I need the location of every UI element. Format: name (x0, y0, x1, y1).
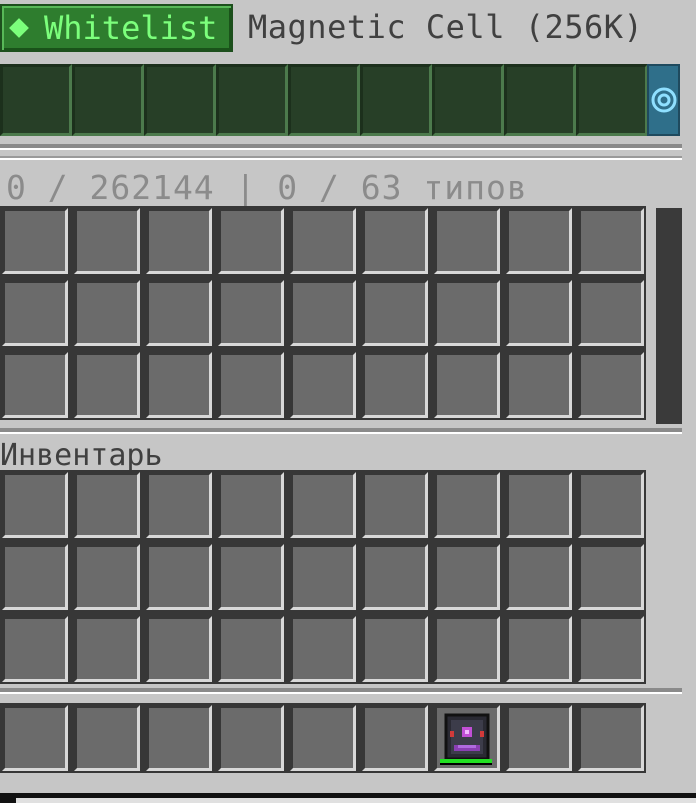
storage-slot[interactable] (2, 280, 68, 346)
storage-slot[interactable] (578, 208, 644, 274)
durability-bar (440, 759, 492, 765)
cell-storage-grid (0, 206, 646, 420)
inventory-slot[interactable] (578, 616, 644, 682)
inventory-slot[interactable] (362, 472, 428, 538)
bottom-edge-highlight (16, 798, 696, 803)
storage-slot[interactable] (506, 352, 572, 418)
filter-slot[interactable] (72, 64, 144, 136)
inventory-slot[interactable] (74, 472, 140, 538)
separator (0, 156, 682, 160)
inventory-slot[interactable] (74, 616, 140, 682)
storage-slot[interactable] (434, 352, 500, 418)
inventory-slot[interactable] (2, 616, 68, 682)
inventory-slot[interactable] (218, 472, 284, 538)
inventory-slot[interactable] (146, 544, 212, 610)
hotbar-slot[interactable] (2, 705, 68, 771)
separator (0, 688, 682, 694)
storage-slot[interactable] (74, 208, 140, 274)
inventory-slot[interactable] (290, 544, 356, 610)
storage-slot[interactable] (290, 208, 356, 274)
storage-slot[interactable] (506, 208, 572, 274)
storage-slot[interactable] (146, 280, 212, 346)
storage-scrollbar[interactable] (656, 208, 682, 424)
inventory-slot[interactable] (434, 472, 500, 538)
inventory-slot[interactable] (290, 616, 356, 682)
storage-slot[interactable] (218, 352, 284, 418)
player-inventory-grid (0, 470, 646, 684)
storage-slot[interactable] (2, 352, 68, 418)
cell-title: Magnetic Cell (256K) (248, 8, 644, 46)
filter-slot[interactable] (216, 64, 288, 136)
inventory-slot[interactable] (2, 544, 68, 610)
whitelist-toggle-button[interactable]: Whitelist (0, 4, 233, 52)
storage-slot[interactable] (578, 280, 644, 346)
inventory-label: Инвентарь (0, 438, 163, 473)
hotbar-slot[interactable] (578, 705, 644, 771)
inventory-slot[interactable] (218, 544, 284, 610)
storage-slot[interactable] (506, 280, 572, 346)
filter-slot[interactable] (0, 64, 72, 136)
inventory-slot[interactable] (362, 616, 428, 682)
storage-slot[interactable] (434, 280, 500, 346)
separator (0, 144, 682, 150)
storage-slot[interactable] (362, 208, 428, 274)
filter-slot-row (0, 64, 648, 136)
inventory-slot[interactable] (506, 472, 572, 538)
inventory-slot[interactable] (146, 616, 212, 682)
inventory-slot[interactable] (362, 544, 428, 610)
storage-slot[interactable] (74, 352, 140, 418)
hotbar-slot[interactable] (434, 705, 500, 771)
storage-slot[interactable] (434, 208, 500, 274)
side-tab-button[interactable] (647, 64, 680, 136)
filter-slot[interactable] (576, 64, 648, 136)
filter-slot[interactable] (504, 64, 576, 136)
inventory-slot[interactable] (74, 544, 140, 610)
hotbar-slot[interactable] (74, 705, 140, 771)
storage-slot[interactable] (2, 208, 68, 274)
inventory-slot[interactable] (2, 472, 68, 538)
storage-slot[interactable] (362, 352, 428, 418)
durability-fill (440, 759, 492, 763)
hotbar-grid (0, 703, 646, 773)
inventory-slot[interactable] (218, 616, 284, 682)
hotbar-slot[interactable] (362, 705, 428, 771)
diamond-icon (9, 18, 29, 38)
filter-slot[interactable] (144, 64, 216, 136)
inventory-slot[interactable] (146, 472, 212, 538)
inventory-slot[interactable] (290, 472, 356, 538)
hotbar-slot[interactable] (506, 705, 572, 771)
storage-slot[interactable] (362, 280, 428, 346)
inventory-slot[interactable] (434, 544, 500, 610)
hotbar-slot[interactable] (218, 705, 284, 771)
filter-slot[interactable] (432, 64, 504, 136)
storage-slot[interactable] (218, 208, 284, 274)
inventory-slot[interactable] (578, 472, 644, 538)
inventory-slot[interactable] (434, 616, 500, 682)
storage-slot[interactable] (146, 352, 212, 418)
whitelist-button-label: Whitelist (44, 9, 218, 47)
storage-slot[interactable] (290, 280, 356, 346)
magnet-toggle-icon (651, 87, 676, 113)
storage-slot[interactable] (74, 280, 140, 346)
storage-slot[interactable] (578, 352, 644, 418)
storage-slot[interactable] (146, 208, 212, 274)
hotbar-slot[interactable] (290, 705, 356, 771)
inventory-slot[interactable] (506, 616, 572, 682)
storage-slot[interactable] (218, 280, 284, 346)
storage-stats: 0 / 262144 | 0 / 63 типов (6, 168, 528, 207)
hotbar-slot[interactable] (146, 705, 212, 771)
storage-slot[interactable] (290, 352, 356, 418)
filter-slot[interactable] (288, 64, 360, 136)
filter-slot[interactable] (360, 64, 432, 136)
inventory-slot[interactable] (578, 544, 644, 610)
separator (0, 428, 682, 434)
inventory-slot[interactable] (506, 544, 572, 610)
